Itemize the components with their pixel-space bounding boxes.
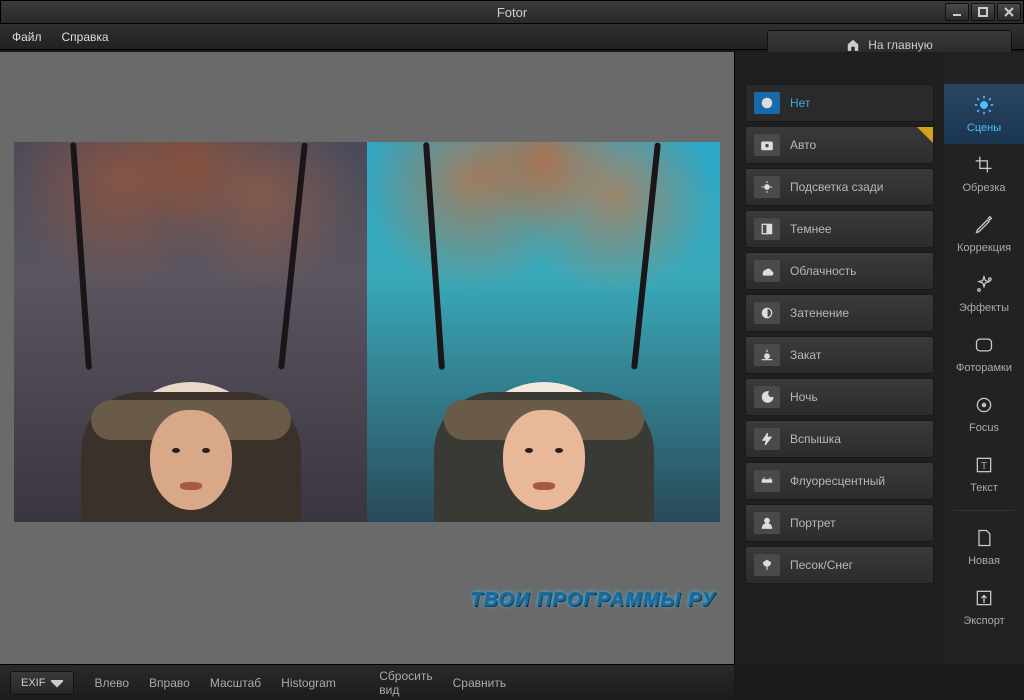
rotate-right-button[interactable]: Вправо bbox=[143, 676, 190, 690]
scene-label: Затенение bbox=[790, 306, 849, 320]
sidebar-label: Фоторамки bbox=[956, 362, 1012, 374]
zoom-button[interactable]: Масштаб bbox=[204, 676, 261, 690]
exif-button[interactable]: EXIF bbox=[10, 671, 74, 695]
app-title: Fotor bbox=[497, 5, 527, 20]
main-area: ТВОИ ПРОГРАММЫ РУ Нет Авто Подсветка сзади… bbox=[0, 52, 1024, 664]
sidebar-label: Эффекты bbox=[959, 302, 1009, 314]
home-label: На главную bbox=[868, 38, 932, 52]
portrait-icon bbox=[754, 512, 780, 534]
scene-label: Песок/Снег bbox=[790, 558, 853, 572]
none-icon bbox=[754, 92, 780, 114]
compare-button[interactable]: Сравнить bbox=[447, 676, 506, 690]
rotate-left-button[interactable]: Влево bbox=[88, 676, 129, 690]
scene-item-flash[interactable]: Вспышка bbox=[745, 420, 934, 458]
scene-item-portrait[interactable]: Портрет bbox=[745, 504, 934, 542]
sidebar-label: Экспорт bbox=[963, 615, 1004, 627]
focus-icon bbox=[974, 395, 994, 418]
image-edited bbox=[367, 142, 720, 522]
sidebar-label: Текст bbox=[970, 482, 998, 494]
pencil-icon bbox=[974, 215, 994, 238]
scene-label: Закат bbox=[790, 348, 821, 362]
sunset-icon bbox=[754, 344, 780, 366]
svg-text:T: T bbox=[981, 461, 987, 472]
watermark-text: ТВОИ ПРОГРАММЫ РУ bbox=[470, 589, 716, 612]
frame-icon bbox=[974, 335, 994, 358]
reset-icon bbox=[350, 671, 373, 694]
minimize-button[interactable] bbox=[945, 3, 969, 21]
scene-item-backlight[interactable]: Подсветка сзади bbox=[745, 168, 934, 206]
canvas-area: ТВОИ ПРОГРАММЫ РУ bbox=[0, 52, 734, 664]
scene-item-shade[interactable]: Затенение bbox=[745, 294, 934, 332]
sidebar-sun[interactable]: Сцены bbox=[944, 84, 1024, 144]
sparkle-icon bbox=[974, 275, 994, 298]
file-icon bbox=[974, 528, 994, 551]
scene-item-sand[interactable]: Песок/Снег bbox=[745, 546, 934, 584]
text-icon: T bbox=[974, 455, 994, 478]
image-compare[interactable] bbox=[14, 142, 720, 522]
menu-file[interactable]: Файл bbox=[12, 30, 42, 44]
scene-label: Облачность bbox=[790, 264, 856, 278]
crop-icon bbox=[974, 155, 994, 178]
scene-item-night[interactable]: Ночь bbox=[745, 378, 934, 416]
camera-icon bbox=[754, 134, 780, 156]
sidebar-frame[interactable]: Фоторамки bbox=[944, 324, 1024, 384]
scene-label: Подсветка сзади bbox=[790, 180, 883, 194]
scene-item-camera[interactable]: Авто bbox=[745, 126, 934, 164]
home-icon bbox=[846, 38, 860, 52]
darken-icon bbox=[754, 218, 780, 240]
sidebar-file[interactable]: Новая bbox=[944, 517, 1024, 577]
sidebar-label: Новая bbox=[968, 555, 1000, 567]
bottom-bar: EXIF Влево Вправо Масштаб Histogram Сбро… bbox=[0, 664, 734, 700]
title-bar: Fotor bbox=[0, 0, 1024, 24]
sidebar-label: Обрезка bbox=[962, 182, 1005, 194]
backlight-icon bbox=[754, 176, 780, 198]
export-icon bbox=[974, 588, 994, 611]
sidebar-label: Сцены bbox=[967, 122, 1001, 134]
sidebar-focus[interactable]: Focus bbox=[944, 384, 1024, 444]
sun-icon bbox=[974, 95, 994, 118]
sidebar-separator bbox=[954, 510, 1014, 511]
scene-label: Авто bbox=[790, 138, 816, 152]
maximize-button[interactable] bbox=[971, 3, 995, 21]
flash-icon bbox=[754, 428, 780, 450]
scene-label: Ночь bbox=[790, 390, 818, 404]
scene-item-cloud[interactable]: Облачность bbox=[745, 252, 934, 290]
sidebar-export[interactable]: Экспорт bbox=[944, 577, 1024, 637]
scene-list: Нет Авто Подсветка сзади Темнее Облачность За… bbox=[735, 52, 944, 664]
scene-label: Темнее bbox=[790, 222, 832, 236]
sidebar-text[interactable]: T Текст bbox=[944, 444, 1024, 504]
shade-icon bbox=[754, 302, 780, 324]
sand-icon bbox=[754, 554, 780, 576]
scene-label: Флуоресцентный bbox=[790, 474, 885, 488]
sidebar-sparkle[interactable]: Эффекты bbox=[944, 264, 1024, 324]
cloud-icon bbox=[754, 260, 780, 282]
reset-view-button[interactable]: Сбросить вид bbox=[350, 669, 433, 697]
tool-sidebar: Сцены Обрезка Коррекция Эффекты Фоторамки Foc… bbox=[944, 52, 1024, 664]
sidebar-crop[interactable]: Обрезка bbox=[944, 144, 1024, 204]
histogram-button[interactable]: Histogram bbox=[275, 676, 336, 690]
scene-item-fluorescent[interactable]: Флуоресцентный bbox=[745, 462, 934, 500]
sidebar-label: Focus bbox=[969, 422, 999, 434]
scene-label: Портрет bbox=[790, 516, 836, 530]
night-icon bbox=[754, 386, 780, 408]
close-button[interactable] bbox=[997, 3, 1021, 21]
right-panels: Нет Авто Подсветка сзади Темнее Облачность За… bbox=[734, 52, 1024, 664]
scene-item-darken[interactable]: Темнее bbox=[745, 210, 934, 248]
window-controls bbox=[945, 3, 1021, 21]
scene-item-sunset[interactable]: Закат bbox=[745, 336, 934, 374]
fluorescent-icon bbox=[754, 470, 780, 492]
sidebar-label: Коррекция bbox=[957, 242, 1011, 254]
menu-help[interactable]: Справка bbox=[62, 30, 109, 44]
image-original bbox=[14, 142, 367, 522]
scene-label: Нет bbox=[790, 96, 810, 110]
sidebar-pencil[interactable]: Коррекция bbox=[944, 204, 1024, 264]
scene-label: Вспышка bbox=[790, 432, 841, 446]
scene-item-none[interactable]: Нет bbox=[745, 84, 934, 122]
